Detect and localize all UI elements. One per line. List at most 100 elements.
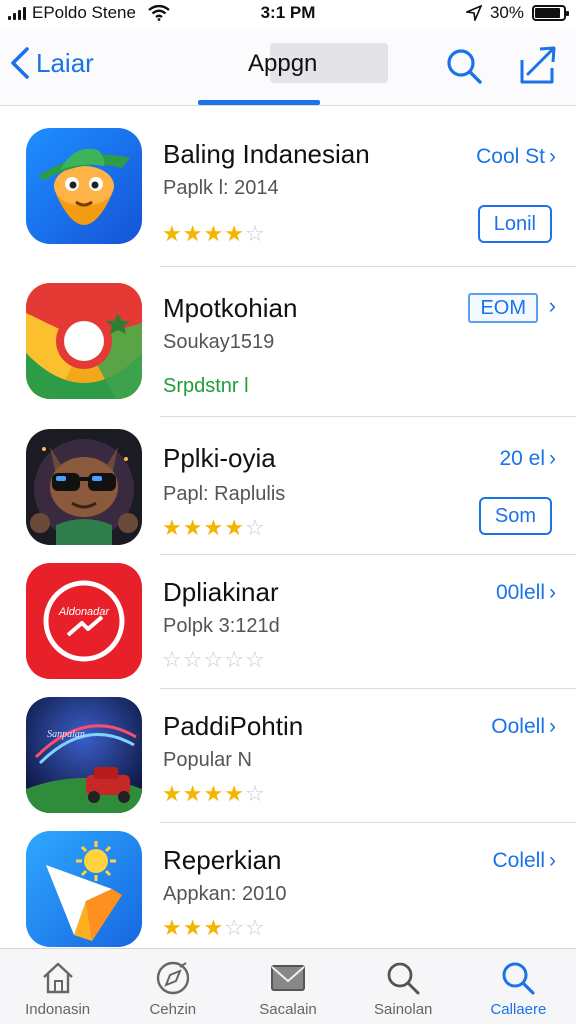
compass-icon xyxy=(156,961,189,995)
tab-cehzin[interactable]: Cehzin xyxy=(115,949,230,1024)
get-button[interactable]: Som xyxy=(478,497,552,535)
back-button[interactable]: Laiar xyxy=(10,46,94,80)
list-item[interactable]: Pplki-oyia Papl: Raplulis ★ ★ ★ ★ ☆ 20 el › S… xyxy=(0,417,576,555)
tab-bar: Indonasin Cehzin Sacalain Sainolan Calla… xyxy=(0,948,576,1024)
star-icon: ★ xyxy=(224,781,244,806)
status-bar: EPoldo Stene 3:1 PM 30% xyxy=(0,0,576,26)
app-subtitle: Appkan: 2010 xyxy=(163,883,287,905)
app-list: Baling Indanesian Paplk l: 2014 ★ ★ ★ ★ ☆ Co… xyxy=(0,107,576,949)
app-action-link[interactable]: Oolell › xyxy=(491,715,556,739)
tab-label: Sacalain xyxy=(259,1001,317,1018)
app-action-link[interactable]: 00lell › xyxy=(496,581,556,605)
star-icon: ★ xyxy=(203,221,224,246)
sun-cursor-icon[interactable] xyxy=(26,831,142,947)
app-subtitle: Paplk l: 2014 xyxy=(163,177,279,199)
star-icon: ★ xyxy=(182,781,203,806)
search-icon xyxy=(502,962,536,995)
app-action-label: Oolell xyxy=(491,715,545,738)
racing-car-icon[interactable]: Sanpalan xyxy=(26,697,142,813)
star-icon: ★ xyxy=(162,515,182,540)
search-icon[interactable] xyxy=(444,46,484,86)
app-subtitle: Polpk 3:121d xyxy=(163,615,280,637)
tab-label: Sainolan xyxy=(374,1001,433,1018)
star-icon: ★ xyxy=(203,781,224,806)
chevron-right-icon: › xyxy=(549,715,556,738)
status-right: 30% xyxy=(465,3,569,23)
chevron-right-icon: › xyxy=(549,581,556,604)
star-icon: ★ xyxy=(162,781,182,806)
star-icon: ★ xyxy=(162,915,182,940)
app-action-label: 20 el xyxy=(499,447,545,470)
chevron-right-icon: › xyxy=(549,849,556,872)
red-circle-logo-icon[interactable]: Aldonadar xyxy=(26,563,142,679)
app-action-label: 00lell xyxy=(495,581,545,604)
app-action-label: Cool St xyxy=(476,145,545,168)
tab-label: Cehzin xyxy=(149,1001,197,1018)
list-item[interactable]: Sanpalan PaddiPohtin Popular N ★ ★ ★ ★ ☆ Ool… xyxy=(0,689,576,823)
star-icon: ☆ xyxy=(224,915,244,940)
chevron-right-icon[interactable]: › xyxy=(549,293,556,319)
star-icon: ☆ xyxy=(203,647,224,672)
app-name[interactable]: PaddiPohtin xyxy=(163,711,303,742)
icon-logo-text: Aldonadar xyxy=(58,606,110,618)
app-name[interactable]: Pplki-oyia xyxy=(163,443,276,474)
tab-sainolan[interactable]: Sainolan xyxy=(346,949,461,1024)
app-subtitle: Papl: Raplulis xyxy=(163,483,286,505)
list-item[interactable]: Reperkian Appkan: 2010 ★ ★ ★ ☆ ☆ Colell › xyxy=(0,823,576,949)
star-icon: ☆ xyxy=(244,647,265,672)
tab-label: Callaere xyxy=(490,1001,547,1018)
app-action-label: Colell xyxy=(492,849,545,872)
chevron-left-icon xyxy=(11,47,29,79)
location-arrow-icon xyxy=(465,5,482,21)
star-icon: ☆ xyxy=(162,647,182,672)
app-action-link[interactable]: Colell › xyxy=(492,849,556,873)
battery-icon xyxy=(532,5,569,21)
app-name[interactable]: Dpliakinar xyxy=(163,577,279,608)
chrome-like-icon[interactable] xyxy=(26,283,142,399)
app-name[interactable]: Reperkian xyxy=(163,845,282,876)
sunglasses-cat-icon[interactable] xyxy=(26,429,142,545)
star-icon: ★ xyxy=(224,221,244,246)
app-subtitle: Soukay1519 xyxy=(163,331,275,353)
chevron-right-icon: › xyxy=(549,145,556,168)
rating-stars: ★ ★ ★ ★ ☆ xyxy=(162,517,265,539)
chevron-right-icon: › xyxy=(549,447,556,470)
star-icon: ★ xyxy=(182,915,203,940)
list-item[interactable]: Baling Indanesian Paplk l: 2014 ★ ★ ★ ★ ☆ Co… xyxy=(0,107,576,267)
nav-title-area: Appgn xyxy=(240,43,390,83)
tab-callaere[interactable]: Callaere xyxy=(461,949,576,1024)
rating-stars: ★ ★ ★ ★ ☆ xyxy=(162,783,265,805)
app-name[interactable]: Mpotkohian xyxy=(163,293,297,324)
list-item[interactable]: Mpotkohian Soukay1519 Srpdstnr l EOM › xyxy=(0,267,576,417)
get-button[interactable]: EOM xyxy=(468,293,538,323)
star-icon: ☆ xyxy=(224,647,244,672)
envelope-icon xyxy=(271,965,305,991)
list-item[interactable]: Aldonadar Dpliakinar Polpk 3:121d ☆ ☆ ☆ ☆ ☆ … xyxy=(0,555,576,689)
home-icon xyxy=(42,962,73,994)
star-icon: ★ xyxy=(224,515,244,540)
star-icon: ★ xyxy=(162,221,182,246)
app-action-link[interactable]: 20 el › xyxy=(499,447,556,471)
star-icon: ☆ xyxy=(244,915,265,940)
star-icon: ★ xyxy=(182,221,203,246)
tab-sacalain[interactable]: Sacalain xyxy=(230,949,345,1024)
rating-stars: ☆ ☆ ☆ ☆ ☆ xyxy=(162,649,265,671)
battery-fill xyxy=(535,8,561,18)
nav-bar: Laiar Appgn xyxy=(0,28,576,106)
rating-stars: ★ ★ ★ ☆ ☆ xyxy=(162,917,265,939)
star-icon: ★ xyxy=(203,515,224,540)
star-icon: ☆ xyxy=(182,647,203,672)
star-icon: ☆ xyxy=(244,515,265,540)
share-icon[interactable] xyxy=(518,44,558,86)
app-subtitle: Popular N xyxy=(163,749,252,771)
tab-indonasin[interactable]: Indonasin xyxy=(0,949,115,1024)
app-action-link[interactable]: Cool St › xyxy=(476,145,556,169)
app-name[interactable]: Baling Indanesian xyxy=(163,139,370,170)
get-button[interactable]: Lonil xyxy=(477,205,552,243)
app-status: Srpdstnr l xyxy=(163,375,249,397)
rating-stars: ★ ★ ★ ★ ☆ xyxy=(162,223,265,245)
star-icon: ★ xyxy=(203,915,224,940)
segment-indicator xyxy=(198,100,320,105)
star-icon: ☆ xyxy=(244,221,265,246)
cowboy-mascot-icon[interactable] xyxy=(26,128,142,244)
